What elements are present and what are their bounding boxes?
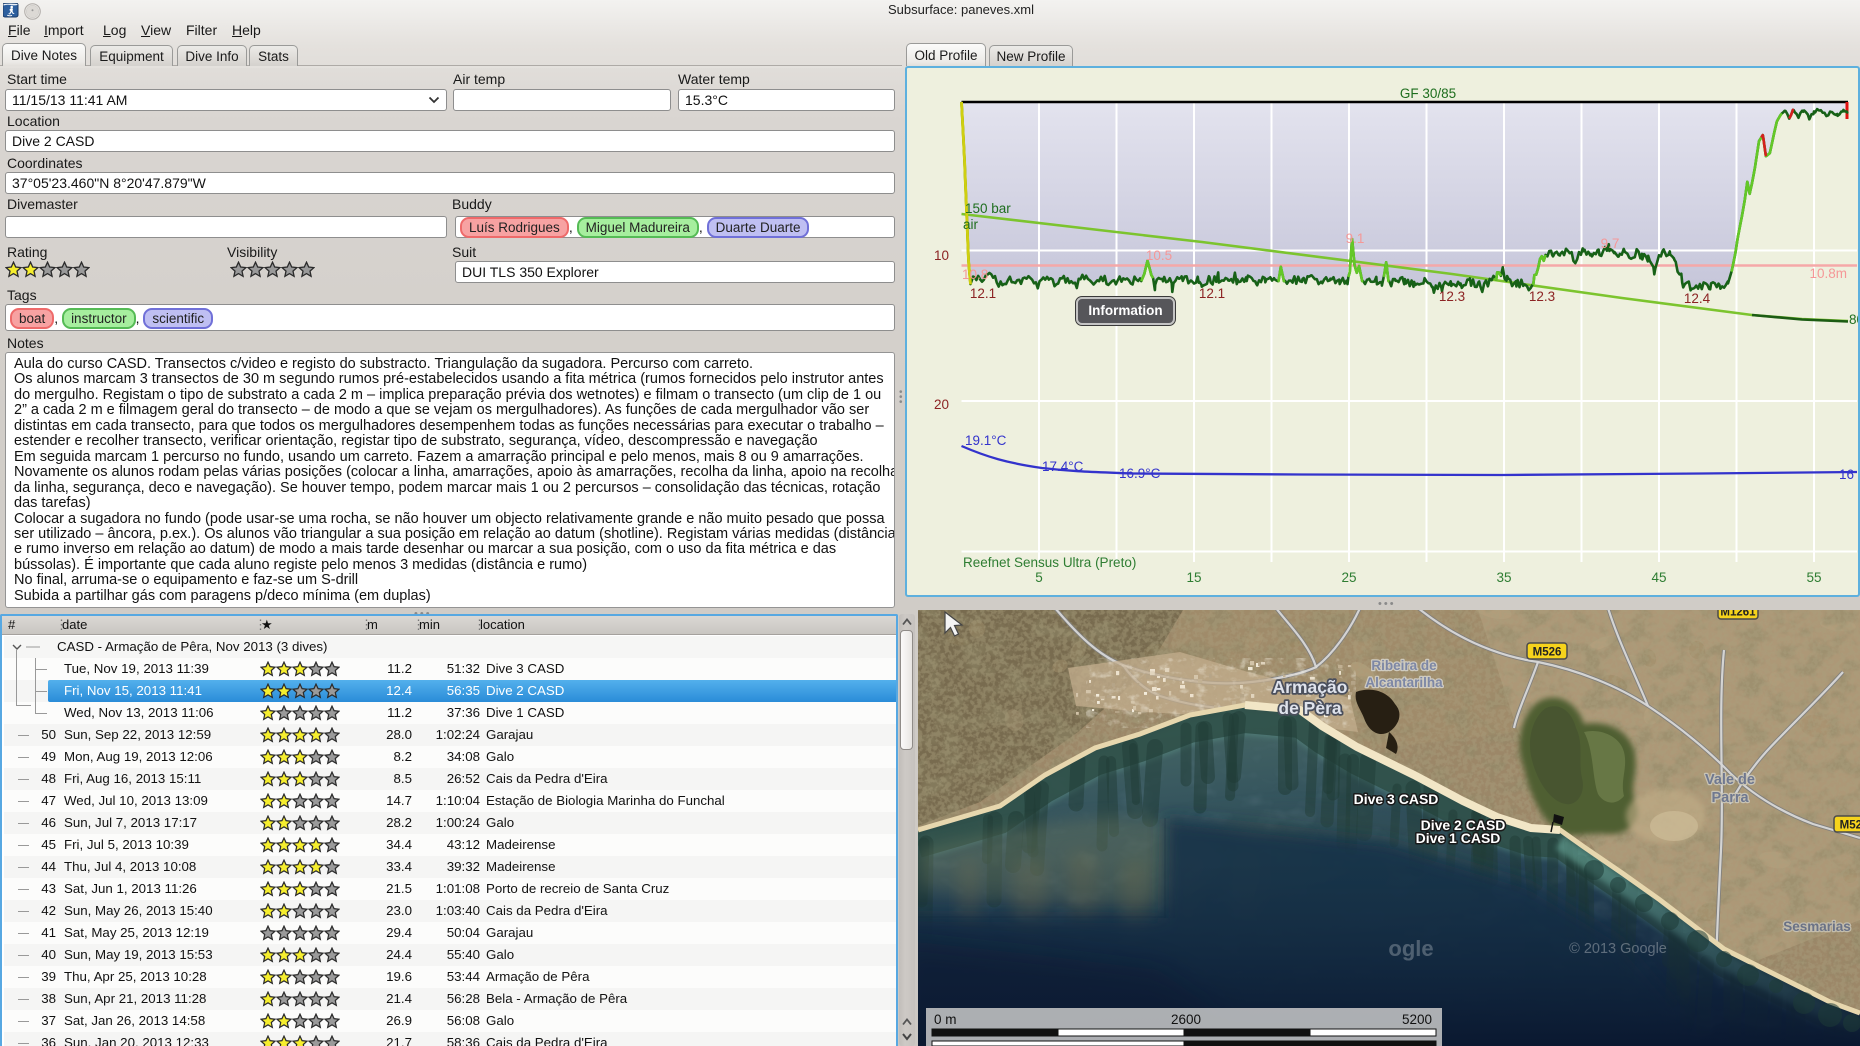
svg-text:2600: 2600 [1171, 1012, 1201, 1027]
svg-text:M526: M526 [1533, 647, 1562, 659]
svg-text:5200: 5200 [1402, 1012, 1432, 1027]
svg-text:150 bar: 150 bar [965, 201, 1011, 216]
svg-text:Sesmarias: Sesmarias [1783, 919, 1851, 934]
svg-text:Armação: Armação [1273, 677, 1348, 697]
svg-text:Parra: Parra [1711, 790, 1749, 806]
svg-text:10: 10 [934, 248, 949, 263]
svg-text:M526: M526 [1840, 820, 1860, 832]
svg-text:15: 15 [1186, 570, 1201, 585]
svg-text:0 m: 0 m [934, 1012, 957, 1027]
svg-text:Ribeira de: Ribeira de [1371, 658, 1437, 673]
svg-text:Vale de: Vale de [1705, 772, 1755, 788]
svg-text:12.1: 12.1 [970, 286, 996, 301]
svg-text:45: 45 [1651, 570, 1666, 585]
svg-text:GF 30/85: GF 30/85 [1400, 86, 1456, 101]
svg-text:Alcantarilha: Alcantarilha [1365, 675, 1443, 690]
svg-text:12.3: 12.3 [1439, 289, 1465, 304]
svg-text:de Pèra: de Pèra [1278, 698, 1341, 718]
svg-text:19.1°C: 19.1°C [965, 433, 1007, 448]
svg-text:9.1: 9.1 [1346, 231, 1365, 246]
svg-text:55: 55 [1806, 570, 1821, 585]
svg-text:16: 16 [1839, 467, 1854, 482]
svg-text:air: air [963, 217, 979, 232]
svg-text:17.4°C: 17.4°C [1042, 459, 1084, 474]
svg-text:25: 25 [1341, 570, 1356, 585]
svg-text:12.3: 12.3 [1529, 289, 1555, 304]
svg-text:Reefnet Sensus Ultra (Preto): Reefnet Sensus Ultra (Preto) [963, 555, 1136, 570]
svg-text:10.5: 10.5 [1146, 248, 1172, 263]
svg-text:ogle: ogle [1388, 936, 1433, 961]
svg-text:Dive 3 CASD: Dive 3 CASD [1354, 791, 1439, 807]
svg-text:10.8: 10.8 [962, 267, 988, 282]
svg-text:35: 35 [1496, 570, 1511, 585]
svg-text:20: 20 [934, 397, 949, 412]
svg-text:16.9°C: 16.9°C [1119, 466, 1161, 481]
svg-text:10.8m: 10.8m [1809, 266, 1847, 281]
svg-text:12.4: 12.4 [1684, 291, 1711, 306]
svg-text:80: 80 [1849, 312, 1858, 327]
svg-text:Dive 1 CASD: Dive 1 CASD [1416, 830, 1501, 846]
svg-text:M1261: M1261 [1720, 610, 1756, 619]
svg-text:© 2013 Google: © 2013 Google [1569, 941, 1667, 957]
svg-text:5: 5 [1035, 570, 1043, 585]
svg-text:9.7: 9.7 [1601, 236, 1620, 251]
svg-text:12.1: 12.1 [1199, 286, 1225, 301]
